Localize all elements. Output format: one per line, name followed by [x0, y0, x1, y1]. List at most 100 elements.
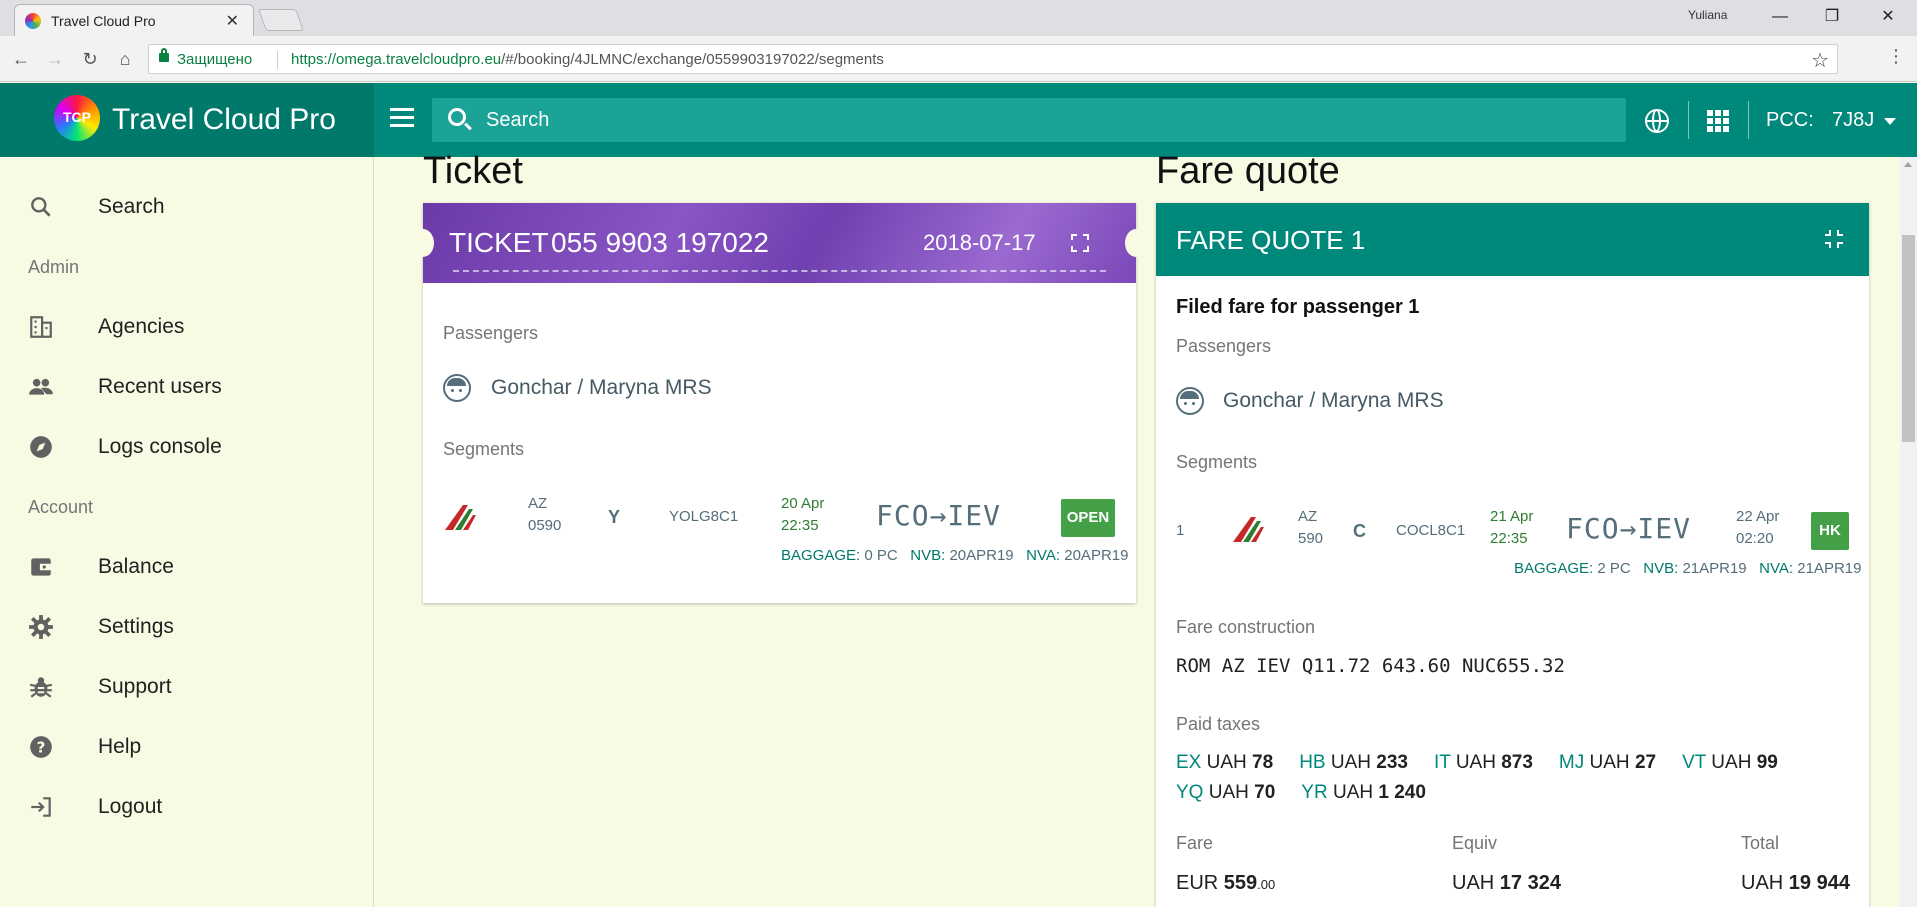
page-scrollbar[interactable] — [1900, 157, 1917, 907]
minimize-icon[interactable]: — — [1757, 4, 1803, 30]
new-tab-button[interactable] — [257, 9, 305, 31]
tax-item: YQ UAH 70 — [1176, 782, 1275, 804]
wallet-icon — [31, 558, 52, 576]
fare-value: EUR 559.00 — [1176, 872, 1276, 894]
language-globe-icon[interactable] — [1645, 109, 1669, 133]
tax-currency: UAH — [1332, 782, 1374, 803]
back-icon[interactable]: ← — [10, 48, 32, 70]
tax-currency: UAH — [1711, 752, 1752, 773]
chevron-down-icon[interactable] — [1884, 118, 1896, 125]
browser-menu-icon[interactable]: ⋮ — [1886, 46, 1906, 67]
window-close-icon[interactable]: ✕ — [1865, 4, 1911, 30]
sidebar-item-label: Recent users — [98, 375, 222, 398]
tax-code: YR — [1301, 782, 1328, 803]
sidebar-item-settings[interactable]: Settings — [0, 602, 373, 652]
sidebar-item-label: Help — [98, 735, 142, 758]
fare-construction-label: Fare construction — [1176, 617, 1316, 637]
sidebar-item-label: Balance — [98, 555, 174, 578]
lock-icon — [159, 48, 169, 62]
ticket-notch — [1125, 229, 1147, 257]
tax-code: VT — [1682, 752, 1707, 773]
tab-close-icon[interactable]: ✕ — [226, 11, 239, 31]
segment-fare-basis: YOLG8C1 — [669, 508, 739, 525]
fare-quote-title: FARE QUOTE 1 — [1176, 225, 1366, 255]
search-input[interactable] — [486, 106, 1386, 134]
ticket-date: 2018-07-17 — [923, 230, 1036, 255]
ticket-section-title: Ticket — [423, 150, 523, 192]
tax-amount: 873 — [1501, 752, 1533, 773]
omnibox-divider — [277, 51, 278, 69]
search-icon — [31, 197, 51, 217]
segment-class: C — [1353, 521, 1366, 541]
header-divider — [1688, 101, 1689, 139]
home-icon[interactable]: ⌂ — [114, 48, 136, 70]
equiv-value: UAH 17 324 — [1452, 872, 1561, 894]
sidebar-item-support[interactable]: Support — [0, 662, 373, 712]
global-search[interactable] — [432, 98, 1626, 142]
sidebar-section-account: Account — [28, 497, 94, 517]
scroll-up-icon[interactable] — [1904, 162, 1912, 167]
tax-currency: UAH — [1455, 752, 1496, 773]
apps-grid-icon[interactable] — [1707, 110, 1729, 132]
building-icon — [30, 316, 52, 338]
menu-icon[interactable] — [390, 108, 414, 130]
svg-text:?: ? — [37, 738, 46, 756]
segment-baggage-info: BAGGAGE: 0 PC NVB: 20APR19 NVA: 20APR19 — [781, 547, 1129, 564]
url-host: https://omega.travelcloudpro.eu — [291, 51, 502, 68]
scrollbar-thumb[interactable] — [1902, 235, 1915, 442]
fare-construction-value: ROM AZ IEV Q11.72 643.60 NUC655.32 — [1176, 655, 1565, 677]
segment-flight: AZ 590 — [1298, 508, 1324, 547]
fullscreen-icon[interactable] — [1071, 234, 1089, 252]
fare-label: Fare — [1176, 833, 1214, 853]
browser-user[interactable]: Yuliana — [1688, 8, 1727, 22]
browser-tab[interactable]: Travel Cloud Pro ✕ — [14, 4, 254, 36]
paid-taxes-label: Paid taxes — [1176, 714, 1261, 734]
tax-item: HB UAH 233 — [1299, 752, 1408, 774]
sidebar-item-logout[interactable]: Logout — [0, 782, 373, 832]
maximize-icon[interactable]: ❐ — [1809, 4, 1855, 30]
sidebar-item-label: Logout — [98, 795, 163, 818]
sidebar-section-admin: Admin — [28, 257, 80, 277]
tax-currency: UAH — [1589, 752, 1630, 773]
bookmark-star-icon[interactable]: ☆ — [1811, 48, 1829, 73]
fare-quote-card: FARE QUOTE 1 Filed fare for passenger 1 … — [1156, 203, 1869, 907]
url-text[interactable]: https://omega.travelcloudpro.eu/#/bookin… — [291, 51, 884, 68]
segments-label: Segments — [443, 439, 525, 459]
sidebar-item-agencies[interactable]: Agencies — [0, 302, 373, 352]
sidebar-item-balance[interactable]: Balance — [0, 542, 373, 592]
segment-route: FCO→IEV — [1566, 512, 1692, 545]
secure-label: Защищено — [177, 51, 253, 68]
sidebar-item-logs-console[interactable]: Logs console — [0, 422, 373, 472]
equiv-label: Equiv — [1452, 833, 1498, 853]
passenger-name[interactable]: Gonchar / Maryna MRS — [1223, 389, 1444, 413]
reload-icon[interactable]: ↻ — [79, 48, 101, 70]
favicon-icon — [25, 13, 41, 29]
sidebar-item-recent-users[interactable]: Recent users — [0, 362, 373, 412]
tax-currency: UAH — [1330, 752, 1371, 773]
collapse-icon[interactable] — [1824, 229, 1844, 249]
address-bar[interactable]: Защищено https://omega.travelcloudpro.eu… — [148, 44, 1838, 74]
forward-icon[interactable]: → — [44, 48, 66, 70]
tax-code: IT — [1433, 752, 1451, 773]
segment-route: FCO→IEV — [876, 499, 1002, 532]
sidebar-item-label: Settings — [98, 615, 174, 638]
fare-quote-header: FARE QUOTE 1 — [1156, 203, 1869, 276]
bug-icon — [29, 677, 53, 698]
segment-baggage-info: BAGGAGE: 2 PC NVB: 21APR19 NVA: 21APR19 — [1514, 560, 1862, 577]
sidebar-item-help[interactable]: ? Help — [0, 722, 373, 772]
brand-area[interactable]: TCP Travel Cloud Pro — [0, 83, 374, 157]
pcc-selector[interactable]: 7J8J — [1832, 109, 1874, 132]
logout-icon — [31, 797, 51, 817]
help-icon: ? — [30, 736, 52, 758]
compass-icon — [30, 436, 52, 458]
tax-row: YQ UAH 70 YR UAH 1 240 — [1176, 782, 1452, 804]
alitalia-logo-icon — [445, 505, 476, 530]
sidebar-item-search[interactable]: Search — [0, 182, 373, 232]
segment-fare-basis: COCL8C1 — [1396, 522, 1466, 539]
total-label: Total — [1741, 833, 1780, 853]
brand-title: Travel Cloud Pro — [112, 103, 336, 136]
segment-departure: 21 Apr 22:35 — [1490, 508, 1534, 547]
url-path: /#/booking/4JLMNC/exchange/0559903197022… — [501, 51, 884, 68]
passenger-name[interactable]: Gonchar / Maryna MRS — [491, 376, 712, 400]
tax-currency: UAH — [1206, 752, 1247, 773]
